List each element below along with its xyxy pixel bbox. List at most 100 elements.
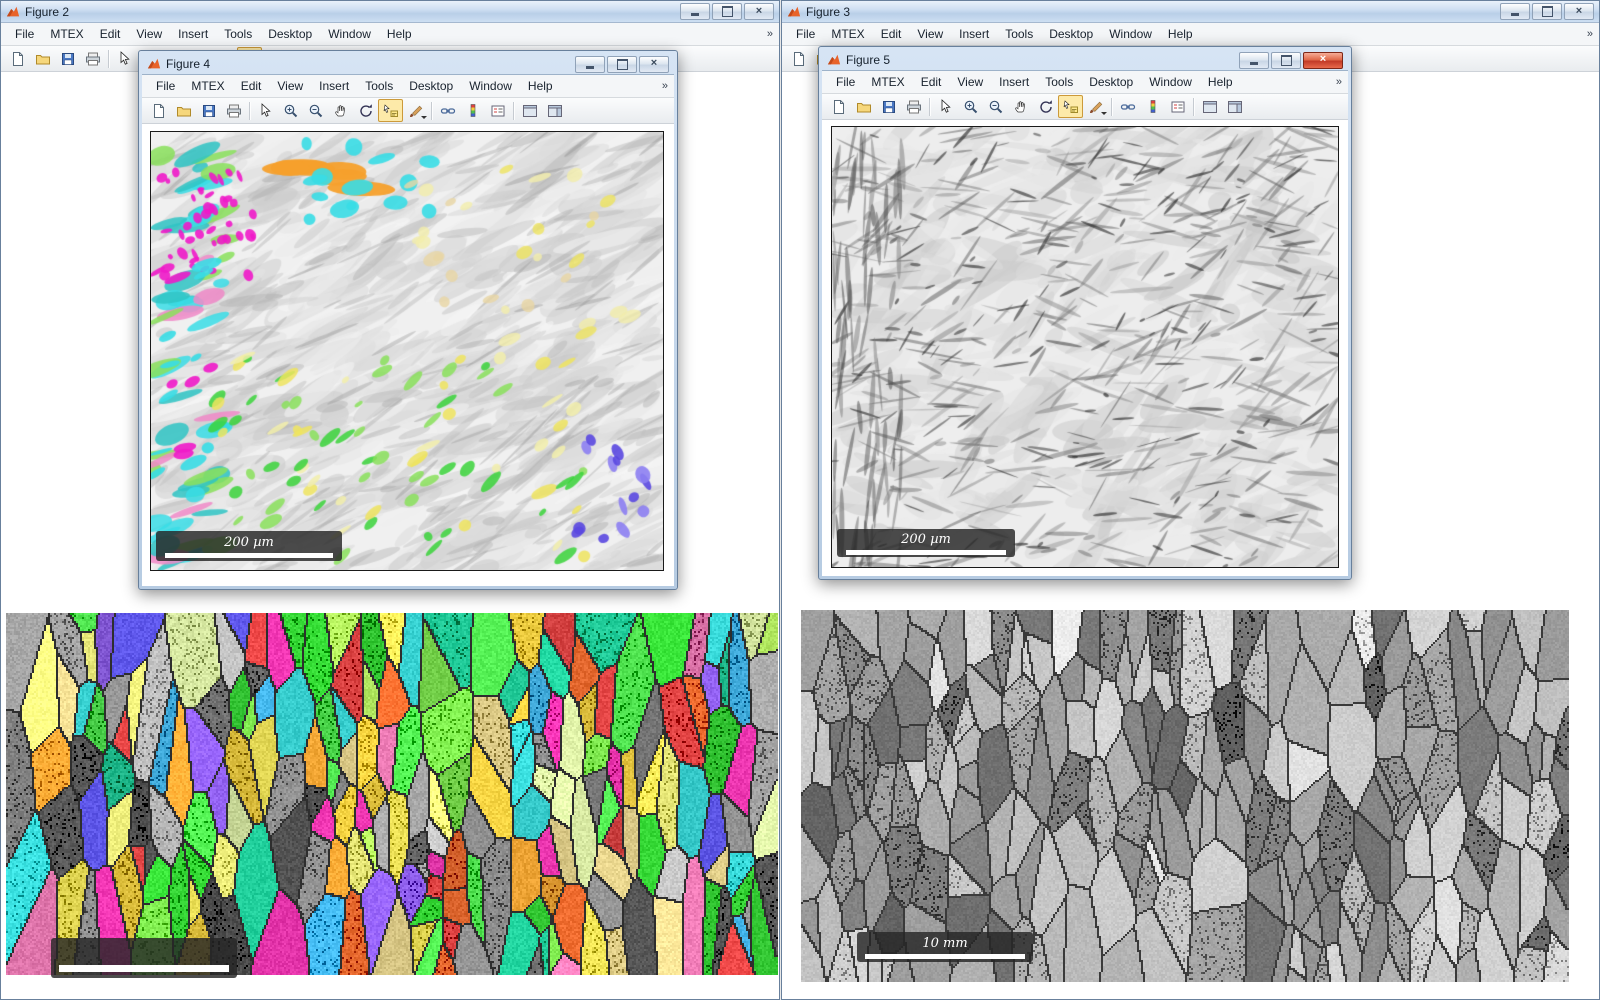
menu-mtex[interactable]: MTEX	[183, 76, 232, 96]
menu-edit[interactable]: Edit	[873, 24, 910, 44]
menu-desktop[interactable]: Desktop	[1041, 24, 1101, 44]
menu-mtex[interactable]: MTEX	[863, 72, 912, 92]
menu-view[interactable]: View	[128, 24, 170, 44]
edit-plot-button[interactable]	[933, 95, 958, 118]
edit-plot-button[interactable]	[253, 99, 278, 122]
insert-legend-button[interactable]	[1165, 95, 1190, 118]
zoom-in-button[interactable]	[958, 95, 983, 118]
hide-plot-tools-button[interactable]	[517, 99, 542, 122]
brush-button[interactable]	[1083, 95, 1108, 118]
menu-insert[interactable]: Insert	[951, 24, 997, 44]
menu-desktop[interactable]: Desktop	[401, 76, 461, 96]
menu-overflow-icon[interactable]: »	[1336, 76, 1342, 88]
menu-edit[interactable]: Edit	[92, 24, 129, 44]
menu-insert[interactable]: Insert	[170, 24, 216, 44]
data-cursor-button[interactable]	[1058, 95, 1083, 118]
insert-colorbar-button[interactable]	[1140, 95, 1165, 118]
menu-file[interactable]: File	[7, 24, 42, 44]
menu-file[interactable]: File	[788, 24, 823, 44]
open-file-button[interactable]	[851, 95, 876, 118]
rotate-3d-button[interactable]	[353, 99, 378, 122]
minimize-button[interactable]	[1239, 51, 1269, 69]
menu-desktop[interactable]: Desktop	[260, 24, 320, 44]
figure2-titlebar[interactable]: Figure 2 ×	[1, 1, 779, 23]
menu-tools[interactable]: Tools	[997, 24, 1041, 44]
hide-plot-tools-button[interactable]	[1197, 95, 1222, 118]
menu-help[interactable]: Help	[1200, 72, 1241, 92]
pan-button[interactable]	[1008, 95, 1033, 118]
menu-view[interactable]: View	[269, 76, 311, 96]
menu-window[interactable]: Window	[1101, 24, 1160, 44]
menu-view[interactable]: View	[909, 24, 951, 44]
menu-help[interactable]: Help	[1160, 24, 1201, 44]
save-figure-button[interactable]	[876, 95, 901, 118]
menu-overflow-icon[interactable]: »	[767, 28, 773, 40]
menu-file[interactable]: File	[148, 76, 183, 96]
close-button[interactable]: ×	[1303, 51, 1343, 69]
menu-help[interactable]: Help	[520, 76, 561, 96]
zoom-in-button[interactable]	[278, 99, 303, 122]
minimize-button[interactable]	[1500, 3, 1530, 20]
insert-colorbar-button[interactable]	[460, 99, 485, 122]
rotate-3d-button[interactable]	[1033, 95, 1058, 118]
menu-insert[interactable]: Insert	[311, 76, 357, 96]
menu-desktop[interactable]: Desktop	[1081, 72, 1141, 92]
show-plot-tools-button[interactable]	[1222, 95, 1247, 118]
new-figure-button[interactable]	[5, 47, 30, 70]
maximize-button[interactable]	[712, 3, 742, 20]
menu-tools[interactable]: Tools	[216, 24, 260, 44]
print-figure-button[interactable]	[221, 99, 246, 122]
print-figure-button[interactable]	[80, 47, 105, 70]
new-figure-button[interactable]	[786, 47, 811, 70]
insert-legend-button[interactable]	[485, 99, 510, 122]
figure4-ebsd-map[interactable]	[150, 131, 664, 571]
menu-file[interactable]: File	[828, 72, 863, 92]
new-figure-button[interactable]	[826, 95, 851, 118]
brush-dropdown-icon[interactable]	[421, 116, 427, 119]
menu-edit[interactable]: Edit	[233, 76, 270, 96]
figure5-band-contrast-map[interactable]	[831, 126, 1339, 568]
maximize-button[interactable]	[1271, 51, 1301, 69]
close-button[interactable]: ×	[744, 3, 774, 20]
maximize-button[interactable]	[607, 55, 637, 73]
menu-window[interactable]: Window	[320, 24, 379, 44]
menu-overflow-icon[interactable]: »	[1587, 28, 1593, 40]
figure2-ebsd-orientation-map[interactable]	[6, 613, 778, 975]
minimize-button[interactable]	[575, 55, 605, 73]
menu-tools[interactable]: Tools	[357, 76, 401, 96]
link-plots-button[interactable]	[1115, 95, 1140, 118]
menu-mtex[interactable]: MTEX	[823, 24, 872, 44]
menu-view[interactable]: View	[949, 72, 991, 92]
print-figure-button[interactable]	[901, 95, 926, 118]
menu-mtex[interactable]: MTEX	[42, 24, 91, 44]
brush-button[interactable]	[403, 99, 428, 122]
open-file-button[interactable]	[171, 99, 196, 122]
menu-insert[interactable]: Insert	[991, 72, 1037, 92]
close-button[interactable]: ×	[639, 55, 669, 73]
menu-help[interactable]: Help	[379, 24, 420, 44]
menu-window[interactable]: Window	[461, 76, 520, 96]
pan-button[interactable]	[328, 99, 353, 122]
figure5-titlebar[interactable]: Figure 5 ×	[822, 50, 1348, 70]
figure4-titlebar[interactable]: Figure 4 ×	[142, 54, 674, 74]
close-button[interactable]: ×	[1564, 3, 1594, 20]
save-figure-button[interactable]	[55, 47, 80, 70]
menu-edit[interactable]: Edit	[913, 72, 950, 92]
figure3-grain-map[interactable]	[801, 610, 1569, 982]
save-figure-button[interactable]	[196, 99, 221, 122]
zoom-out-button[interactable]	[303, 99, 328, 122]
menu-tools[interactable]: Tools	[1037, 72, 1081, 92]
figure3-titlebar[interactable]: Figure 3 ×	[782, 1, 1599, 23]
open-file-button[interactable]	[30, 47, 55, 70]
link-plots-button[interactable]	[435, 99, 460, 122]
maximize-button[interactable]	[1532, 3, 1562, 20]
minimize-button[interactable]	[680, 3, 710, 20]
show-plot-tools-button[interactable]	[542, 99, 567, 122]
edit-plot-button[interactable]	[112, 47, 137, 70]
data-cursor-button[interactable]	[378, 99, 403, 122]
menu-overflow-icon[interactable]: »	[662, 80, 668, 92]
brush-dropdown-icon[interactable]	[1101, 112, 1107, 115]
menu-window[interactable]: Window	[1141, 72, 1200, 92]
new-figure-button[interactable]	[146, 99, 171, 122]
zoom-out-button[interactable]	[983, 95, 1008, 118]
